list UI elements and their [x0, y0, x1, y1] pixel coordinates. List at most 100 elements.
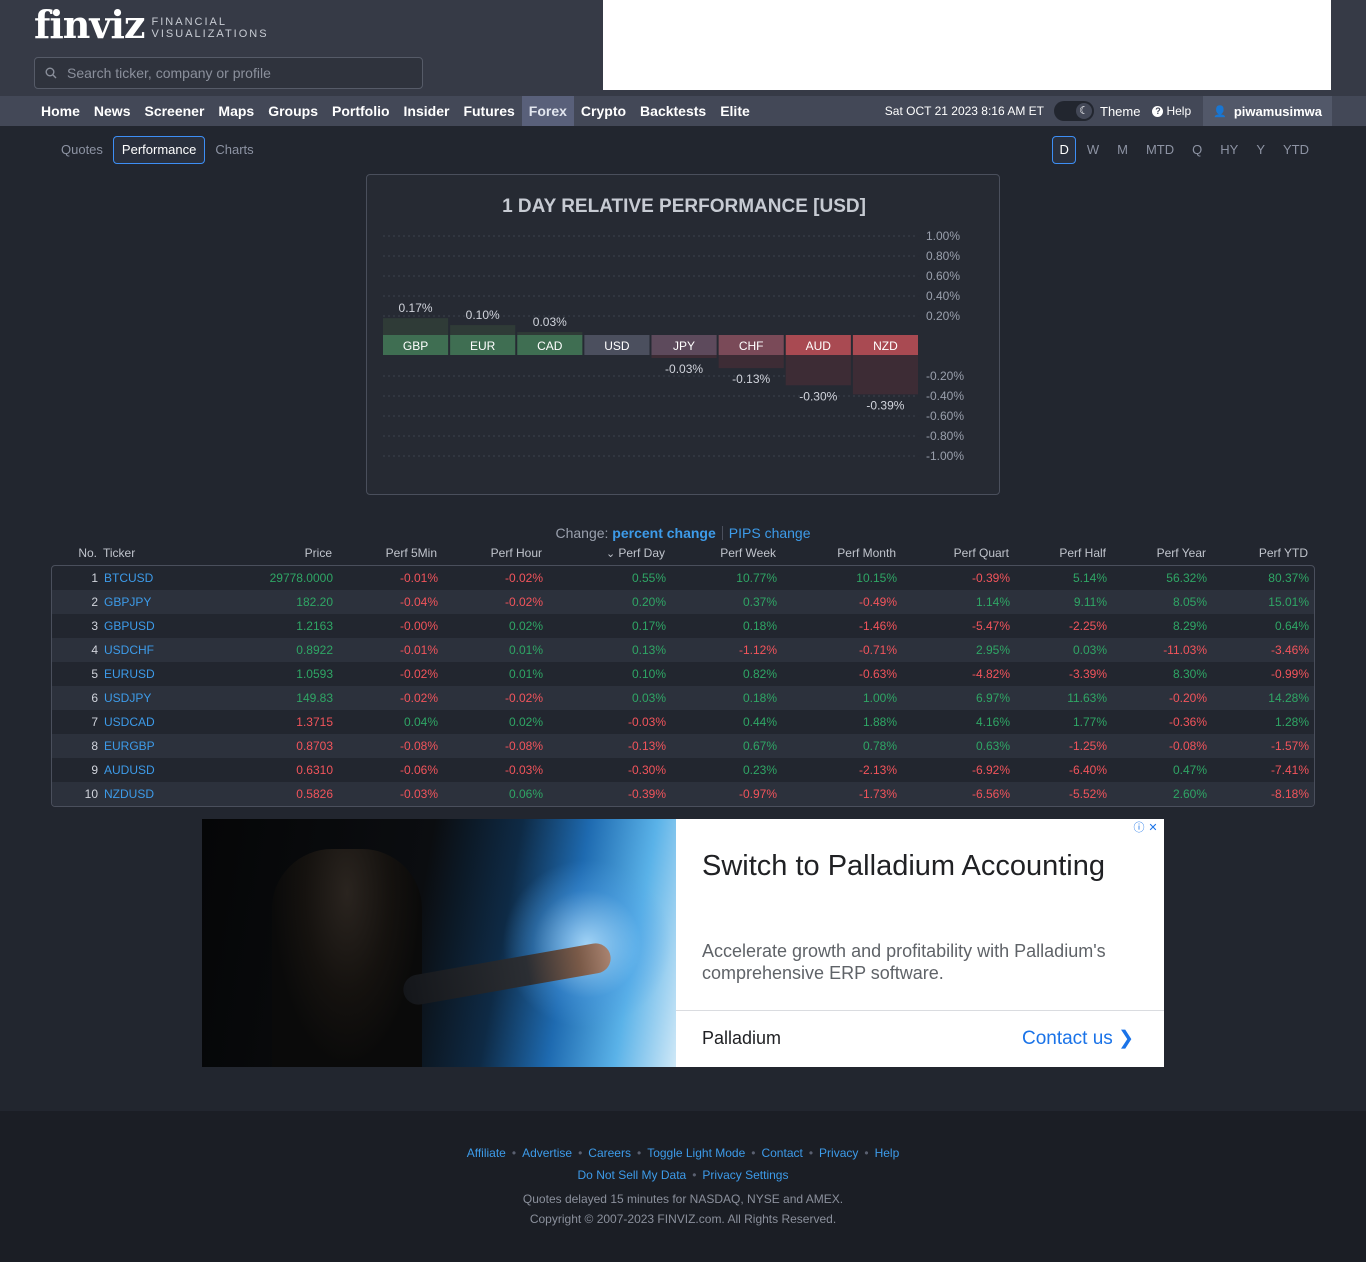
- y-tick-label: -0.20%: [926, 369, 964, 383]
- column-header-ticker[interactable]: Ticker: [103, 546, 193, 560]
- table-row[interactable]: 3 GBPUSD 1.2163 -0.00% 0.02% 0.17% 0.18% -1.46%…: [52, 614, 1314, 638]
- cell-perf-day: 0.17%: [631, 619, 666, 633]
- chart-title: 1 DAY RELATIVE PERFORMANCE [USD]: [502, 196, 866, 217]
- timeframe-q[interactable]: Q: [1185, 136, 1209, 164]
- cell-perf-5min: -0.03%: [399, 787, 438, 801]
- moon-icon: ☾: [1076, 103, 1092, 119]
- footer-link-advertise[interactable]: Advertise: [522, 1146, 572, 1160]
- column-header-perf-half[interactable]: Perf Half: [1022, 546, 1106, 560]
- search-input[interactable]: [67, 65, 397, 81]
- tab-quotes[interactable]: Quotes: [52, 136, 112, 164]
- column-header-perf-week[interactable]: Perf Week: [682, 546, 776, 560]
- footer-link-help[interactable]: Help: [875, 1146, 900, 1160]
- table-row[interactable]: 5 EURUSD 1.0593 -0.02% 0.01% 0.10% 0.82% -0.63%…: [52, 662, 1314, 686]
- column-header-no[interactable]: No.: [52, 546, 97, 560]
- nav-item-crypto[interactable]: Crypto: [574, 96, 633, 126]
- nav-item-maps[interactable]: Maps: [211, 96, 261, 126]
- ad-brand[interactable]: Palladium: [702, 1028, 781, 1049]
- cell-perf-5min: -0.00%: [399, 619, 438, 633]
- close-icon[interactable]: ✕: [1146, 821, 1160, 835]
- ticker-link[interactable]: EURUSD: [104, 662, 194, 686]
- ticker-link[interactable]: EURGBP: [104, 734, 194, 758]
- table-row[interactable]: 6 USDJPY 149.83 -0.02% -0.02% 0.03% 0.18% 1.00%…: [52, 686, 1314, 710]
- footer-link-privacy-settings[interactable]: Privacy Settings: [702, 1168, 788, 1182]
- nav-item-groups[interactable]: Groups: [261, 96, 325, 126]
- cell-perf-quart: -0.39%: [971, 571, 1010, 585]
- table-row[interactable]: 7 USDCAD 1.3715 0.04% 0.02% -0.03% 0.44% 1.88% 4…: [52, 710, 1314, 734]
- column-header-perf-month[interactable]: Perf Month: [792, 546, 896, 560]
- cell-perf-hour: -0.08%: [504, 739, 543, 753]
- table-row[interactable]: 1 BTCUSD 29778.0000 -0.01% -0.02% 0.55% 10.77%…: [52, 566, 1314, 590]
- cell-perf-hour: -0.03%: [504, 763, 543, 777]
- nav-item-futures[interactable]: Futures: [456, 96, 521, 126]
- ad-title[interactable]: Switch to Palladium Accounting: [702, 847, 1142, 886]
- finviz-logo[interactable]: finviz FINANCIAL VISUALIZATIONS: [34, 6, 269, 44]
- timeframe-hy[interactable]: HY: [1213, 136, 1245, 164]
- column-header-perf-ytd[interactable]: Perf YTD: [1222, 546, 1308, 560]
- timeframe-mtd[interactable]: MTD: [1139, 136, 1181, 164]
- ticker-link[interactable]: AUDUSD: [104, 758, 194, 782]
- theme-toggle[interactable]: ☾: [1054, 101, 1094, 121]
- table-row[interactable]: 8 EURGBP 0.8703 -0.08% -0.08% -0.13% 0.67% 0.78…: [52, 734, 1314, 758]
- nav-item-insider[interactable]: Insider: [397, 96, 457, 126]
- ticker-link[interactable]: USDCHF: [104, 638, 194, 662]
- ticker-link[interactable]: NZDUSD: [104, 782, 194, 806]
- column-header-label: Perf Half: [1059, 546, 1106, 560]
- nav-item-portfolio[interactable]: Portfolio: [325, 96, 397, 126]
- column-header-perf-year[interactable]: Perf Year: [1122, 546, 1206, 560]
- column-header-perf-hour[interactable]: Perf Hour: [452, 546, 542, 560]
- table-row[interactable]: 10 NZDUSD 0.5826 -0.03% 0.06% -0.39% -0.97% -1.…: [52, 782, 1314, 806]
- data-label-gbp: 0.17%: [399, 301, 433, 315]
- tab-charts[interactable]: Charts: [206, 136, 262, 164]
- ticker-link[interactable]: BTCUSD: [104, 566, 194, 590]
- top-ad-banner[interactable]: [603, 0, 1331, 90]
- palladium-ad[interactable]: Switch to Palladium Accounting Accelerat…: [202, 819, 1164, 1067]
- footer-links-secondary: Do Not Sell My Data • Privacy Settings: [0, 1168, 1366, 1182]
- nav-item-screener[interactable]: Screener: [137, 96, 211, 126]
- cell-perf-hour: 0.02%: [508, 619, 543, 633]
- cell-perf-hour: -0.02%: [504, 571, 543, 585]
- percent-change-link[interactable]: percent change: [612, 525, 715, 541]
- nav-item-backtests[interactable]: Backtests: [633, 96, 713, 126]
- column-header-perf-5min[interactable]: Perf 5Min: [352, 546, 437, 560]
- tab-performance[interactable]: Performance: [112, 136, 206, 164]
- cell-perf-hour: -0.02%: [504, 691, 543, 705]
- column-header-price[interactable]: Price: [232, 546, 332, 560]
- ticker-link[interactable]: USDJPY: [104, 686, 194, 710]
- ad-contact-button[interactable]: Contact us ❯: [1022, 1027, 1134, 1050]
- nav-item-elite[interactable]: Elite: [713, 96, 757, 126]
- timeframe-y[interactable]: Y: [1249, 136, 1272, 164]
- ticker-link[interactable]: USDCAD: [104, 710, 194, 734]
- timeframe-w[interactable]: W: [1080, 136, 1106, 164]
- user-menu[interactable]: 👤 piwamusimwa: [1203, 96, 1332, 126]
- info-icon[interactable]: ⓘ: [1132, 821, 1146, 835]
- search-box[interactable]: [34, 57, 423, 89]
- footer-link-toggle-light-mode[interactable]: Toggle Light Mode: [647, 1146, 745, 1160]
- footer-link-contact[interactable]: Contact: [761, 1146, 802, 1160]
- theme-label[interactable]: Theme: [1100, 104, 1140, 119]
- table-row[interactable]: 2 GBPJPY 182.20 -0.04% -0.02% 0.20% 0.37% -0.49…: [52, 590, 1314, 614]
- table-row[interactable]: 9 AUDUSD 0.6310 -0.06% -0.03% -0.30% 0.23% -2.1…: [52, 758, 1314, 782]
- cell-perf-quart: 4.16%: [975, 715, 1010, 729]
- footer-link-do-not-sell-my-data[interactable]: Do Not Sell My Data: [578, 1168, 687, 1182]
- timeframe-d[interactable]: D: [1052, 136, 1076, 164]
- pips-change-link[interactable]: PIPS change: [729, 525, 811, 541]
- help-link[interactable]: ? Help: [1152, 104, 1191, 118]
- ticker-link[interactable]: GBPUSD: [104, 614, 194, 638]
- timeframe-m[interactable]: M: [1110, 136, 1135, 164]
- nav-item-home[interactable]: Home: [34, 96, 87, 126]
- footer-link-privacy[interactable]: Privacy: [819, 1146, 858, 1160]
- cell-perf-5min: -0.02%: [399, 691, 438, 705]
- nav-item-news[interactable]: News: [87, 96, 138, 126]
- column-header-perf-day[interactable]: ⌄ Perf Day: [562, 546, 665, 560]
- table-row[interactable]: 4 USDCHF 0.8922 -0.01% 0.01% 0.13% -1.12% -0.71…: [52, 638, 1314, 662]
- nav-item-forex[interactable]: Forex: [521, 96, 574, 126]
- timeframe-ytd[interactable]: YTD: [1276, 136, 1316, 164]
- footer-link-affiliate[interactable]: Affiliate: [467, 1146, 506, 1160]
- ticker-link[interactable]: GBPJPY: [104, 590, 194, 614]
- cell-perf-year: 8.29%: [1172, 619, 1207, 633]
- column-header-perf-quart[interactable]: Perf Quart: [912, 546, 1009, 560]
- change-label: Change:: [555, 525, 609, 541]
- username: piwamusimwa: [1233, 103, 1322, 119]
- footer-link-careers[interactable]: Careers: [588, 1146, 631, 1160]
